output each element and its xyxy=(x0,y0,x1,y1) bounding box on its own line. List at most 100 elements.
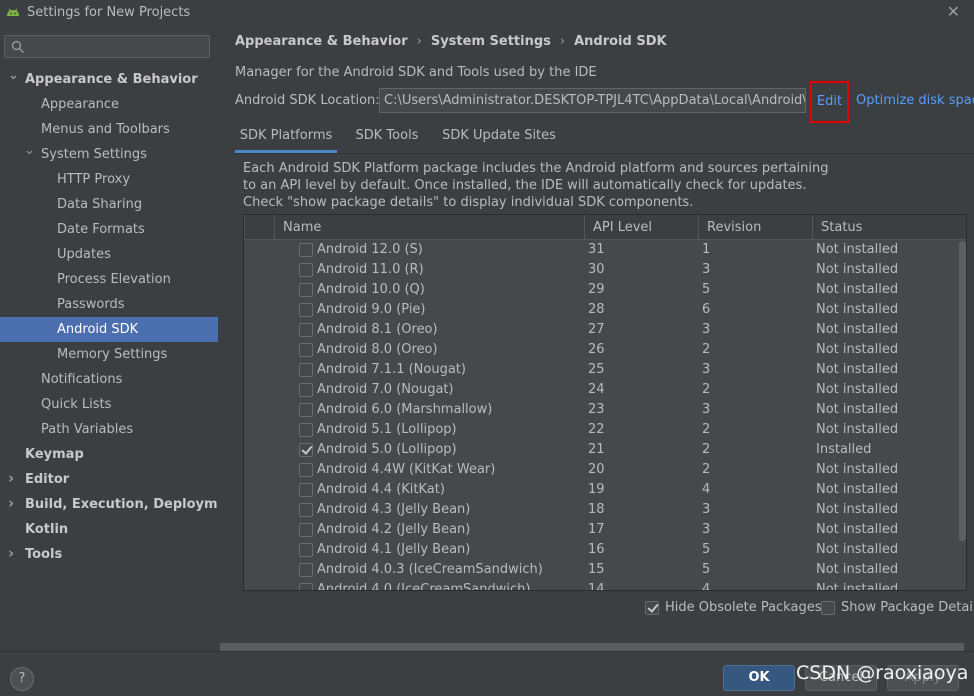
tab-sdk-tools[interactable]: SDK Tools xyxy=(343,123,431,153)
row-checkbox[interactable] xyxy=(299,463,313,477)
cell-name: Android 4.0.3 (IceCreamSandwich) xyxy=(317,562,543,577)
row-checkbox[interactable] xyxy=(299,323,313,337)
sidebar-item[interactable]: › Build, Execution, Deployment xyxy=(0,491,242,517)
row-checkbox[interactable] xyxy=(299,443,313,457)
table-row[interactable]: Android 7.1.1 (Nougat) 25 3 Not installed xyxy=(244,360,956,380)
row-checkbox[interactable] xyxy=(299,263,313,277)
cell-revision: 4 xyxy=(702,582,711,591)
row-checkbox[interactable] xyxy=(299,563,313,577)
row-checkbox[interactable] xyxy=(299,483,313,497)
table-row[interactable]: Android 5.1 (Lollipop) 22 2 Not installed xyxy=(244,420,956,440)
sidebar-item[interactable]: Android SDK xyxy=(0,317,218,342)
cell-revision: 2 xyxy=(702,342,711,357)
sidebar-item[interactable]: Process Elevation xyxy=(0,267,218,292)
optimize-disk-space-link[interactable]: Optimize disk space xyxy=(856,93,974,108)
sdk-location-field[interactable]: C:\Users\Administrator.DESKTOP-TPJL4TC\A… xyxy=(379,88,806,113)
sidebar-item[interactable]: Memory Settings xyxy=(0,342,218,367)
sidebar-item[interactable]: Path Variables xyxy=(0,417,218,442)
chevron-right-icon[interactable]: › xyxy=(8,491,14,516)
tab-sdk-update-sites[interactable]: SDK Update Sites xyxy=(435,123,563,153)
sidebar-item[interactable]: Kotlin xyxy=(0,517,218,542)
sidebar-item[interactable]: HTTP Proxy xyxy=(0,167,218,192)
table-row[interactable]: Android 6.0 (Marshmallow) 23 3 Not installe… xyxy=(244,400,956,420)
cell-name: Android 4.4W (KitKat Wear) xyxy=(317,462,496,477)
table-row[interactable]: Android 8.1 (Oreo) 27 3 Not installed xyxy=(244,320,956,340)
row-checkbox[interactable] xyxy=(299,583,313,590)
horizontal-scrollbar[interactable] xyxy=(220,643,964,651)
cell-name: Android 7.0 (Nougat) xyxy=(317,382,454,397)
chevron-down-icon[interactable]: ⌄ xyxy=(24,138,35,163)
table-row[interactable]: Android 10.0 (Q) 29 5 Not installed xyxy=(244,280,956,300)
column-header-status[interactable]: Status xyxy=(812,215,966,240)
table-scrollbar[interactable] xyxy=(958,241,966,590)
row-checkbox[interactable] xyxy=(299,523,313,537)
row-checkbox[interactable] xyxy=(299,423,313,437)
sidebar-item-label: Data Sharing xyxy=(57,197,143,212)
table-row[interactable]: Android 4.4W (KitKat Wear) 20 2 Not install… xyxy=(244,460,956,480)
sidebar-item[interactable]: Quick Lists xyxy=(0,392,218,417)
tab-sdk-platforms[interactable]: SDK Platforms xyxy=(235,123,337,153)
table-row[interactable]: Android 4.2 (Jelly Bean) 17 3 Not installed xyxy=(244,520,956,540)
cell-revision: 1 xyxy=(702,242,711,257)
row-checkbox[interactable] xyxy=(299,343,313,357)
table-row[interactable]: Android 11.0 (R) 30 3 Not installed xyxy=(244,260,956,280)
cell-status: Not installed xyxy=(816,262,899,277)
cell-status: Not installed xyxy=(816,322,899,337)
cell-revision: 2 xyxy=(702,382,711,397)
row-checkbox[interactable] xyxy=(299,543,313,557)
cell-api-level: 20 xyxy=(588,462,605,477)
search-input[interactable] xyxy=(4,35,210,58)
table-row[interactable]: Android 7.0 (Nougat) 24 2 Not installed xyxy=(244,380,956,400)
table-row[interactable]: Android 4.0.3 (IceCreamSandwich) 15 5 Not i… xyxy=(244,560,956,580)
row-checkbox[interactable] xyxy=(299,403,313,417)
chevron-right-icon[interactable]: › xyxy=(8,466,14,491)
row-checkbox[interactable] xyxy=(299,383,313,397)
sidebar-item[interactable]: ⌄ Appearance & Behavior xyxy=(0,67,218,92)
table-row[interactable]: Android 4.4 (KitKat) 19 4 Not installed xyxy=(244,480,956,500)
cell-api-level: 29 xyxy=(588,282,605,297)
column-header-api-level[interactable]: API Level xyxy=(584,215,698,240)
edit-link[interactable]: Edit xyxy=(810,81,849,123)
sidebar-item[interactable]: › Editor xyxy=(0,467,218,492)
sidebar-item[interactable]: ⌄ System Settings xyxy=(0,142,218,167)
sidebar-item[interactable]: Appearance xyxy=(0,92,218,117)
cell-name: Android 9.0 (Pie) xyxy=(317,302,426,317)
checkbox-icon[interactable] xyxy=(645,601,659,615)
row-checkbox[interactable] xyxy=(299,243,313,257)
watermark: CSDN @raoxiaoya xyxy=(796,662,969,684)
sidebar-item[interactable]: Notifications xyxy=(0,367,218,392)
close-icon[interactable]: ✕ xyxy=(947,2,960,21)
cell-api-level: 28 xyxy=(588,302,605,317)
table-row[interactable]: Android 9.0 (Pie) 28 6 Not installed xyxy=(244,300,956,320)
sidebar-item[interactable]: Date Formats xyxy=(0,217,218,242)
sidebar-item[interactable]: › Tools xyxy=(0,542,218,567)
chevron-right-icon[interactable]: › xyxy=(8,541,14,566)
show-package-details-checkbox[interactable]: Show Package Details xyxy=(821,599,974,617)
cell-name: Android 10.0 (Q) xyxy=(317,282,425,297)
table-row[interactable]: Android 4.1 (Jelly Bean) 16 5 Not installed xyxy=(244,540,956,560)
sidebar-item[interactable]: Updates xyxy=(0,242,218,267)
scrollbar-thumb[interactable] xyxy=(959,241,966,541)
help-button[interactable]: ? xyxy=(10,667,34,691)
sidebar-item[interactable]: Data Sharing xyxy=(0,192,218,217)
table-row[interactable]: Android 8.0 (Oreo) 26 2 Not installed xyxy=(244,340,956,360)
table-row[interactable]: Android 4.3 (Jelly Bean) 18 3 Not installed xyxy=(244,500,956,520)
sidebar-item[interactable]: Passwords xyxy=(0,292,218,317)
checkbox-icon[interactable] xyxy=(821,601,835,615)
cell-api-level: 26 xyxy=(588,342,605,357)
row-checkbox[interactable] xyxy=(299,503,313,517)
column-header-revision[interactable]: Revision xyxy=(698,215,812,240)
column-header-name[interactable]: Name xyxy=(274,215,584,240)
hide-obsolete-checkbox[interactable]: Hide Obsolete Packages xyxy=(645,599,821,617)
row-checkbox[interactable] xyxy=(299,363,313,377)
row-checkbox[interactable] xyxy=(299,283,313,297)
table-row[interactable]: Android 12.0 (S) 31 1 Not installed xyxy=(244,240,956,260)
ok-button[interactable]: OK xyxy=(723,665,795,691)
column-header-select[interactable] xyxy=(244,215,274,240)
sidebar-item-label: Process Elevation xyxy=(57,272,171,287)
sidebar-item[interactable]: Keymap xyxy=(0,442,218,467)
table-row[interactable]: Android 5.0 (Lollipop) 21 2 Installed xyxy=(244,440,956,460)
row-checkbox[interactable] xyxy=(299,303,313,317)
chevron-down-icon[interactable]: ⌄ xyxy=(8,63,19,88)
table-row[interactable]: Android 4.0 (IceCreamSandwich) 14 4 Not ins… xyxy=(244,580,956,591)
